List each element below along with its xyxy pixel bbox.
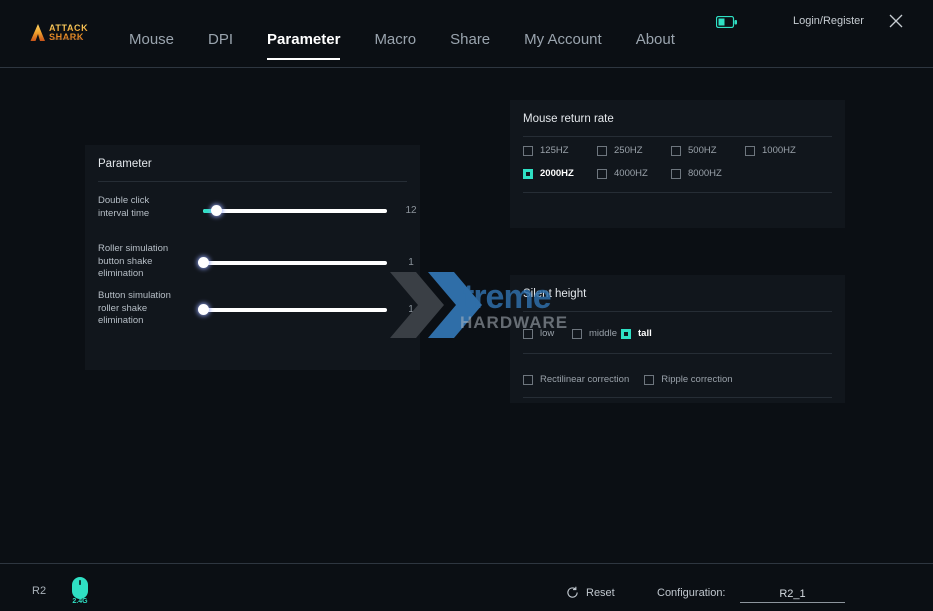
- rate-option-250hz[interactable]: 250HZ: [597, 145, 671, 156]
- slider-row: Roller simulation button shake eliminati…: [98, 243, 407, 283]
- silent-height-panel: Silent height low middle tall Rectilinear …: [510, 275, 845, 403]
- rate-option-4000hz[interactable]: 4000HZ: [597, 168, 671, 179]
- checkbox-label: 125HZ: [540, 145, 569, 156]
- rate-option-1000hz[interactable]: 1000HZ: [745, 145, 819, 156]
- checkbox-icon: [597, 169, 607, 179]
- divider: [98, 181, 407, 182]
- reset-label: Reset: [586, 587, 615, 599]
- checkbox-label: middle: [589, 328, 617, 339]
- tab-macro[interactable]: Macro: [374, 30, 416, 60]
- connection-mode: 2.4G: [68, 598, 92, 605]
- rate-option-500hz[interactable]: 500HZ: [671, 145, 745, 156]
- slider-thumb[interactable]: [198, 304, 209, 315]
- brand-logo: ATTACK SHARK attackshark.com: [30, 22, 118, 44]
- checkbox-icon: [523, 169, 533, 179]
- battery-icon[interactable]: [716, 16, 738, 28]
- slider-label: Double click interval time: [98, 195, 178, 220]
- return-rate-row-2: 2000HZ 4000HZ 8000HZ: [523, 168, 745, 179]
- checkbox-icon: [671, 169, 681, 179]
- tab-parameter[interactable]: Parameter: [267, 30, 340, 60]
- silent-height-low[interactable]: low: [523, 328, 572, 339]
- slider-value: 12: [398, 205, 424, 216]
- checkbox-label: 250HZ: [614, 145, 643, 156]
- correction-options: Rectilinear correction Ripple correction: [523, 374, 748, 385]
- checkbox-icon: [671, 146, 681, 156]
- parameter-panel: Parameter Double click interval time12 Ro…: [85, 145, 420, 370]
- silent-height-panel-title: Silent height: [523, 288, 586, 300]
- mouse-return-rate-panel: Mouse return rate 125HZ250HZ500HZ1000HZ …: [510, 100, 845, 228]
- divider: [523, 311, 832, 312]
- slider-track[interactable]: [203, 261, 387, 265]
- checkbox-label: low: [540, 328, 554, 339]
- checkbox-icon: [745, 146, 755, 156]
- parameter-panel-title: Parameter: [98, 158, 152, 170]
- checkbox-label: Rectilinear correction: [540, 374, 629, 385]
- checkbox-label: 500HZ: [688, 145, 717, 156]
- silent-height-middle[interactable]: middle: [572, 328, 621, 339]
- correction-rectilinear-correction[interactable]: Rectilinear correction: [523, 374, 629, 385]
- brand-sub: attackshark.com: [52, 37, 81, 41]
- configuration-label: Configuration:: [657, 587, 726, 599]
- shark-logo-icon: [30, 24, 46, 42]
- checkbox-label: 8000HZ: [688, 168, 722, 179]
- configuration-input[interactable]: [740, 586, 845, 603]
- tab-my-account[interactable]: My Account: [524, 30, 602, 60]
- checkbox-icon: [523, 329, 533, 339]
- checkbox-icon: [621, 329, 631, 339]
- silent-height-options: low middle tall: [523, 328, 670, 339]
- checkbox-icon: [644, 375, 654, 385]
- tab-dpi[interactable]: DPI: [208, 30, 233, 60]
- rate-option-8000hz[interactable]: 8000HZ: [671, 168, 745, 179]
- slider-row: Double click interval time12: [98, 195, 407, 235]
- status-bar: R2 2.4G Reset Configuration:: [0, 563, 933, 611]
- checkbox-icon: [572, 329, 582, 339]
- checkbox-label: 4000HZ: [614, 168, 648, 179]
- slider-track[interactable]: [203, 308, 387, 312]
- refresh-icon: [566, 586, 579, 599]
- slider-track[interactable]: [203, 209, 387, 213]
- slider-thumb[interactable]: [198, 257, 209, 268]
- divider: [523, 397, 832, 398]
- silent-height-tall[interactable]: tall: [621, 328, 670, 339]
- main-navigation: Mouse DPI Parameter Macro Share My Account Abo…: [129, 30, 709, 60]
- tab-about[interactable]: About: [636, 30, 675, 60]
- mouse-icon[interactable]: [70, 576, 90, 600]
- checkbox-icon: [523, 375, 533, 385]
- divider: [523, 136, 832, 137]
- slider-label: Roller simulation button shake eliminati…: [98, 243, 178, 281]
- checkbox-icon: [597, 146, 607, 156]
- login-register-link[interactable]: Login/Register: [793, 15, 864, 27]
- slider-thumb[interactable]: [211, 205, 222, 216]
- reset-button[interactable]: Reset: [566, 586, 615, 599]
- app-header: ATTACK SHARK attackshark.com Mouse DPI Par…: [0, 0, 933, 68]
- slider-label: Button simulation roller shake eliminati…: [98, 290, 178, 328]
- device-name: R2: [32, 585, 46, 597]
- divider: [523, 353, 832, 354]
- return-rate-row-1: 125HZ 250HZ 500HZ 1000HZ: [523, 145, 819, 156]
- slider-row: Button simulation roller shake eliminati…: [98, 290, 407, 330]
- return-rate-panel-title: Mouse return rate: [523, 113, 614, 125]
- app-window: ATTACK SHARK attackshark.com Mouse DPI Par…: [0, 0, 933, 611]
- rate-option-2000hz[interactable]: 2000HZ: [523, 168, 597, 179]
- divider: [523, 192, 832, 193]
- slider-value: 1: [398, 257, 424, 268]
- slider-value: 1: [398, 304, 424, 315]
- correction-ripple-correction[interactable]: Ripple correction: [644, 374, 732, 385]
- checkbox-label: tall: [638, 328, 652, 339]
- tab-share[interactable]: Share: [450, 30, 490, 60]
- tab-mouse[interactable]: Mouse: [129, 30, 174, 60]
- close-icon[interactable]: [886, 11, 906, 31]
- checkbox-label: 1000HZ: [762, 145, 796, 156]
- checkbox-label: 2000HZ: [540, 168, 574, 179]
- rate-option-125hz[interactable]: 125HZ: [523, 145, 597, 156]
- checkbox-icon: [523, 146, 533, 156]
- checkbox-label: Ripple correction: [661, 374, 732, 385]
